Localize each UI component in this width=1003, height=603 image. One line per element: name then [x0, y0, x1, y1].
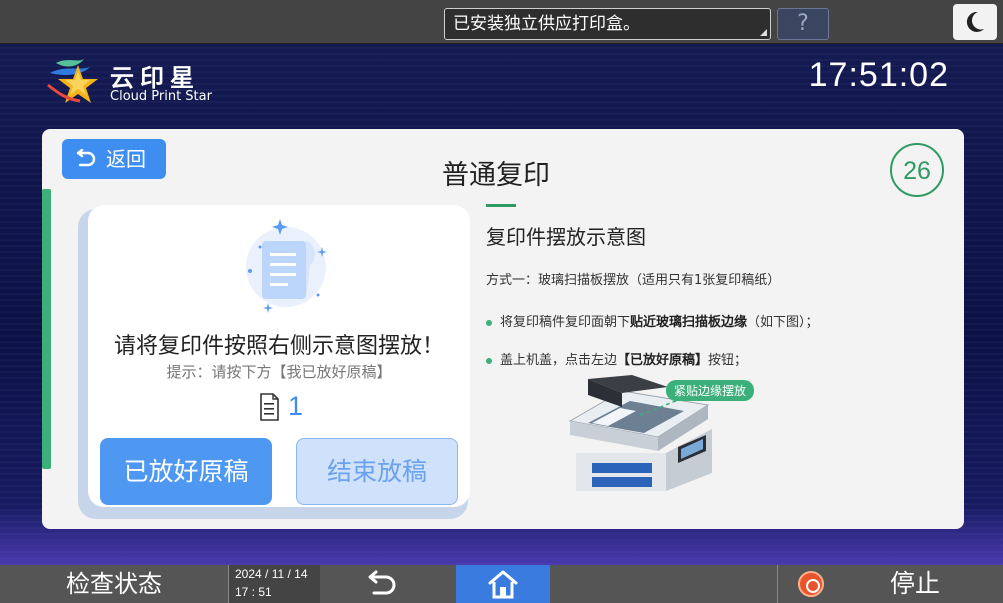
stop-button[interactable]: 停止 — [777, 565, 1003, 603]
star-logo-icon — [47, 59, 98, 103]
instruction-card: 请将复印件按照右侧示意图摆放！ 提示：请按下方【我已放好原稿】 1 已放好原稿 … — [88, 205, 470, 507]
clock: 17:51:02 — [808, 56, 949, 94]
home-icon — [488, 570, 518, 599]
status-message-box[interactable]: 已安装独立供应打印盒。 — [444, 8, 771, 40]
page-count: 1 — [258, 391, 338, 425]
bottom-spacer — [550, 565, 777, 603]
status-bar: 已安装独立供应打印盒。 ? — [0, 0, 1003, 44]
document-illustration — [236, 213, 336, 313]
back-label: 返回 — [106, 147, 146, 171]
stop-icon — [798, 571, 824, 597]
page-count-value: 1 — [288, 391, 304, 421]
back-nav-button[interactable] — [320, 565, 456, 603]
figure-tag: 紧贴边缘摆放 — [666, 380, 755, 401]
brand-logo: 云印星 Cloud Print Star — [44, 55, 224, 111]
date-time-display: 2024 / 11 / 14 17 : 51 — [228, 565, 320, 603]
check-status-button[interactable]: 检查状态 — [0, 565, 228, 603]
bottom-bar: 检查状态 2024 / 11 / 14 17 : 51 停止 — [0, 565, 1003, 603]
original-placed-button[interactable]: 已放好原稿 — [100, 438, 272, 505]
document-icon — [246, 219, 327, 313]
bullet-icon — [486, 357, 492, 364]
guide-title: 复印件摆放示意图 — [486, 225, 646, 249]
guide-step-1: 将复印稿件复印面朝下贴近玻璃扫描板边缘（如下图）； — [486, 311, 819, 330]
home-button[interactable] — [456, 565, 550, 603]
energy-saver-button[interactable] — [953, 4, 997, 40]
stop-label: 停止 — [890, 569, 941, 598]
return-arrow-icon — [76, 149, 96, 167]
countdown-badge: 26 — [890, 143, 944, 197]
guide-step-2: 盖上机盖，点击左边【已放好原稿】按钮； — [486, 349, 747, 368]
page-icon — [260, 393, 279, 421]
brand-name-cn: 云印星 — [110, 64, 200, 92]
side-indicator — [42, 189, 51, 469]
main-panel: 返回 普通复印 26 请将复印件按照右侧示意图摆放！ 提示：请按下方【我已放好原… — [42, 129, 964, 529]
expand-corner-icon — [760, 29, 767, 36]
page-title: 普通复印 — [442, 160, 550, 191]
hint-text: 提示：请按下方【我已放好原稿】 — [166, 363, 392, 381]
method-text: 方式一：玻璃扫描板摆放（适用只有1张复印稿纸） — [486, 273, 781, 288]
brand-name-en: Cloud Print Star — [110, 89, 212, 104]
bullet-icon — [486, 319, 492, 326]
title-accent — [486, 204, 516, 207]
back-arrow-icon — [368, 570, 396, 595]
back-button[interactable]: 返回 — [62, 139, 166, 179]
help-button[interactable]: ? — [777, 8, 829, 40]
status-message: 已安装独立供应打印盒。 — [453, 14, 640, 34]
date-text: 2024 / 11 / 14 — [235, 567, 308, 581]
time-text: 17 : 51 — [235, 585, 272, 599]
moon-icon — [966, 11, 984, 32]
instruction-text: 请将复印件按照右侧示意图摆放！ — [113, 334, 444, 359]
end-placement-button[interactable]: 结束放稿 — [296, 438, 458, 505]
